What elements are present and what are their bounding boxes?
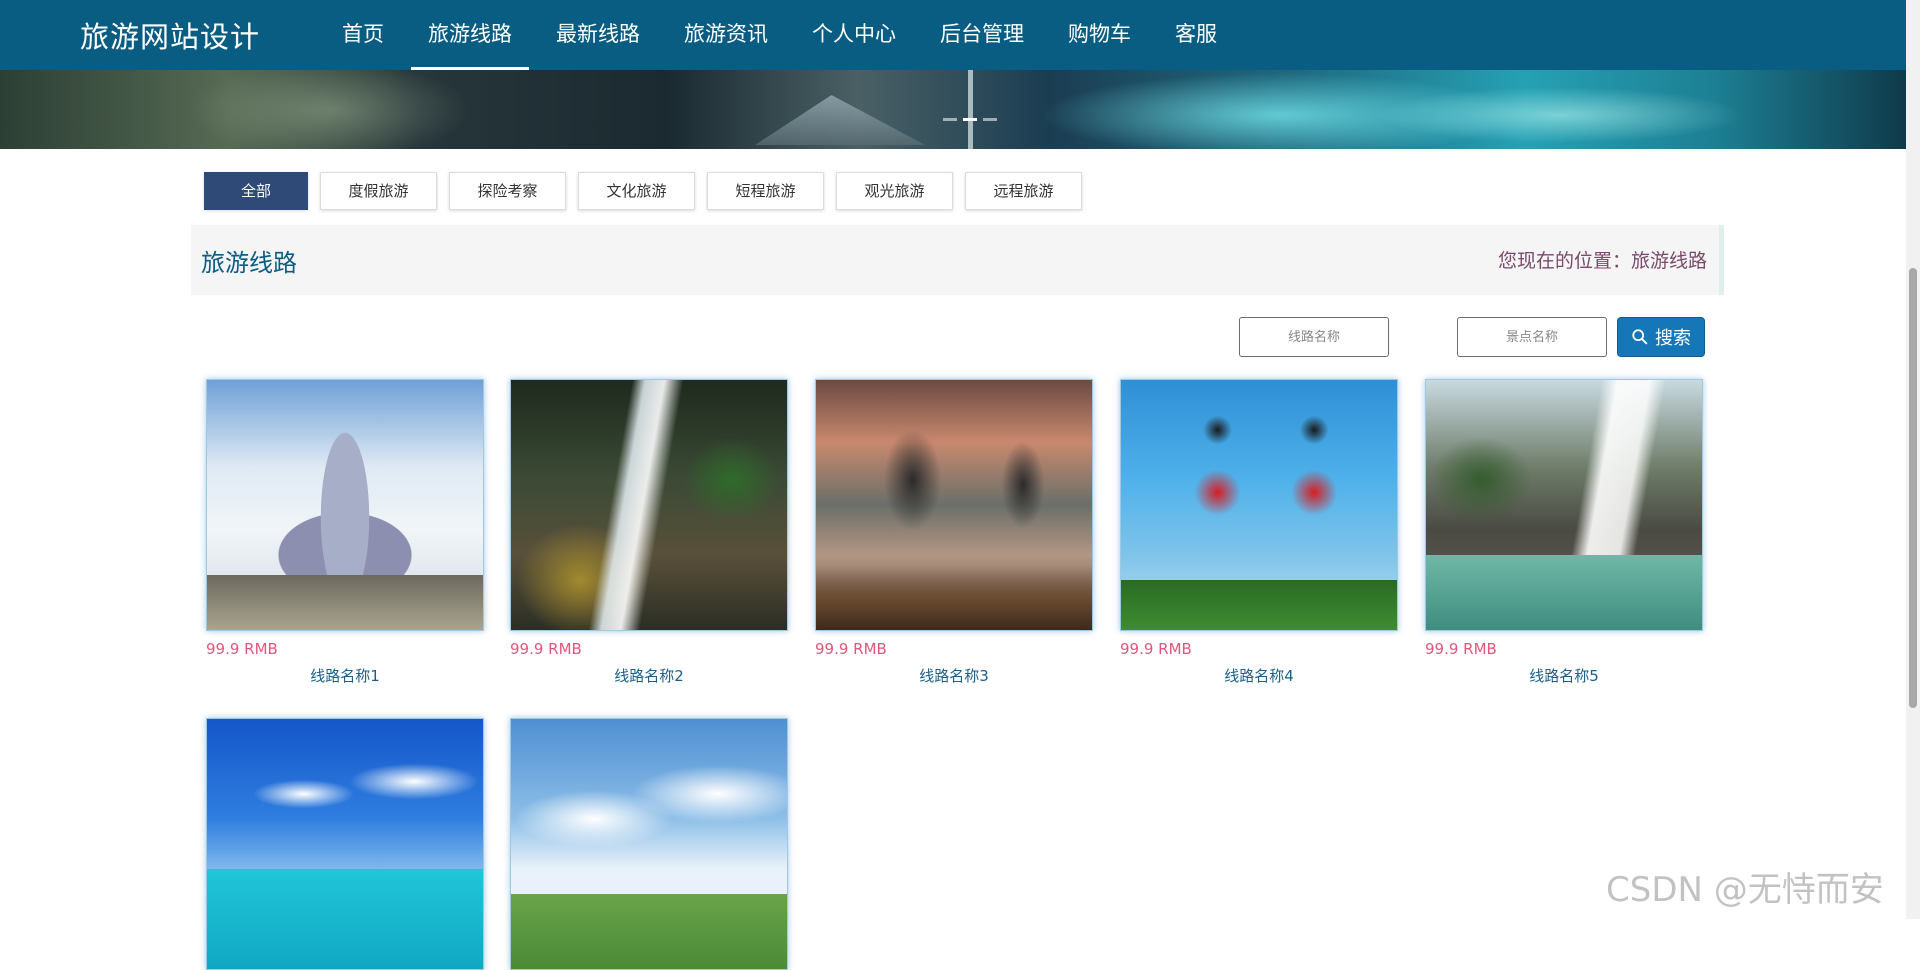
carousel-dot-active[interactable] (963, 118, 977, 121)
route-name-link[interactable]: 线路名称1 (206, 665, 484, 686)
nav-travel-news[interactable]: 旅游资讯 (662, 0, 790, 70)
nav-cart[interactable]: 购物车 (1046, 0, 1153, 70)
route-image-karst-river[interactable] (815, 379, 1093, 631)
route-image-waterfall[interactable] (510, 379, 788, 631)
category-long-trip[interactable]: 远程旅游 (965, 172, 1082, 210)
route-image-pirate-ship[interactable] (1425, 379, 1703, 631)
search-icon (1632, 329, 1648, 345)
banner-pole-graphic (968, 70, 973, 149)
route-price: 99.9 RMB (1425, 640, 1497, 658)
nav-admin[interactable]: 后台管理 (918, 0, 1046, 70)
nav-routes[interactable]: 旅游线路 (406, 0, 534, 70)
route-image-jeeps[interactable] (510, 718, 788, 970)
main-nav: 首页 旅游线路 最新线路 旅游资讯 个人中心 后台管理 购物车 客服 (320, 0, 1239, 70)
breadcrumb: 您现在的位置：旅游线路 (1498, 246, 1707, 273)
route-card-3[interactable]: 99.9 RMB 线路名称3 (815, 379, 1093, 686)
nav-latest-routes[interactable]: 最新线路 (534, 0, 662, 70)
spot-name-input[interactable] (1457, 317, 1607, 357)
top-navbar: 旅游网站设计 首页 旅游线路 最新线路 旅游资讯 个人中心 后台管理 购物车 客… (0, 0, 1906, 70)
route-image-maldives[interactable] (206, 718, 484, 970)
route-price: 99.9 RMB (815, 640, 887, 658)
carousel-dot[interactable] (983, 118, 997, 121)
category-short-trip[interactable]: 短程旅游 (707, 172, 824, 210)
category-vacation[interactable]: 度假旅游 (320, 172, 437, 210)
category-all[interactable]: 全部 (204, 172, 308, 210)
nav-home[interactable]: 首页 (320, 0, 406, 70)
route-price: 99.9 RMB (510, 640, 582, 658)
category-sightseeing[interactable]: 观光旅游 (836, 172, 953, 210)
site-brand[interactable]: 旅游网站设计 (80, 14, 260, 56)
route-price: 99.9 RMB (1120, 640, 1192, 658)
route-name-link[interactable]: 线路名称4 (1120, 665, 1398, 686)
banner-umbrella-graphic (755, 95, 925, 145)
breadcrumb-prefix: 您现在的位置： (1497, 250, 1631, 272)
route-card-1[interactable]: 99.9 RMB 线路名称1 (206, 379, 484, 686)
breadcrumb-current[interactable]: 旅游线路 (1631, 250, 1707, 272)
route-price: 99.9 RMB (206, 640, 278, 658)
search-button-label: 搜索 (1655, 328, 1691, 349)
route-image-mickey-minnie[interactable] (1120, 379, 1398, 631)
category-filter: 全部 度假旅游 探险考察 文化旅游 短程旅游 观光旅游 远程旅游 (204, 172, 1082, 210)
route-card-2[interactable]: 99.9 RMB 线路名称2 (510, 379, 788, 686)
watermark: CSDN @无恃而安 (1606, 870, 1884, 910)
route-image-castle[interactable] (206, 379, 484, 631)
category-adventure[interactable]: 探险考察 (449, 172, 566, 210)
scrollbar-thumb[interactable] (1909, 268, 1917, 708)
search-button[interactable]: 搜索 (1617, 317, 1705, 357)
section-header: 旅游线路 您现在的位置：旅游线路 (191, 225, 1724, 295)
route-name-link[interactable]: 线路名称2 (510, 665, 788, 686)
route-name-input[interactable] (1239, 317, 1389, 357)
page-title: 旅游线路 (201, 249, 297, 277)
route-card-4[interactable]: 99.9 RMB 线路名称4 (1120, 379, 1398, 686)
route-card-7[interactable] (510, 718, 788, 970)
route-card-6[interactable] (206, 718, 484, 970)
route-name-link[interactable]: 线路名称3 (815, 665, 1093, 686)
route-card-5[interactable]: 99.9 RMB 线路名称5 (1425, 379, 1703, 686)
page-scrollbar[interactable] (1906, 0, 1920, 919)
nav-user-center[interactable]: 个人中心 (790, 0, 918, 70)
carousel-indicators (943, 118, 997, 121)
route-name-link[interactable]: 线路名称5 (1425, 665, 1703, 686)
category-culture[interactable]: 文化旅游 (578, 172, 695, 210)
nav-support[interactable]: 客服 (1153, 0, 1239, 70)
carousel-dot[interactable] (943, 118, 957, 121)
